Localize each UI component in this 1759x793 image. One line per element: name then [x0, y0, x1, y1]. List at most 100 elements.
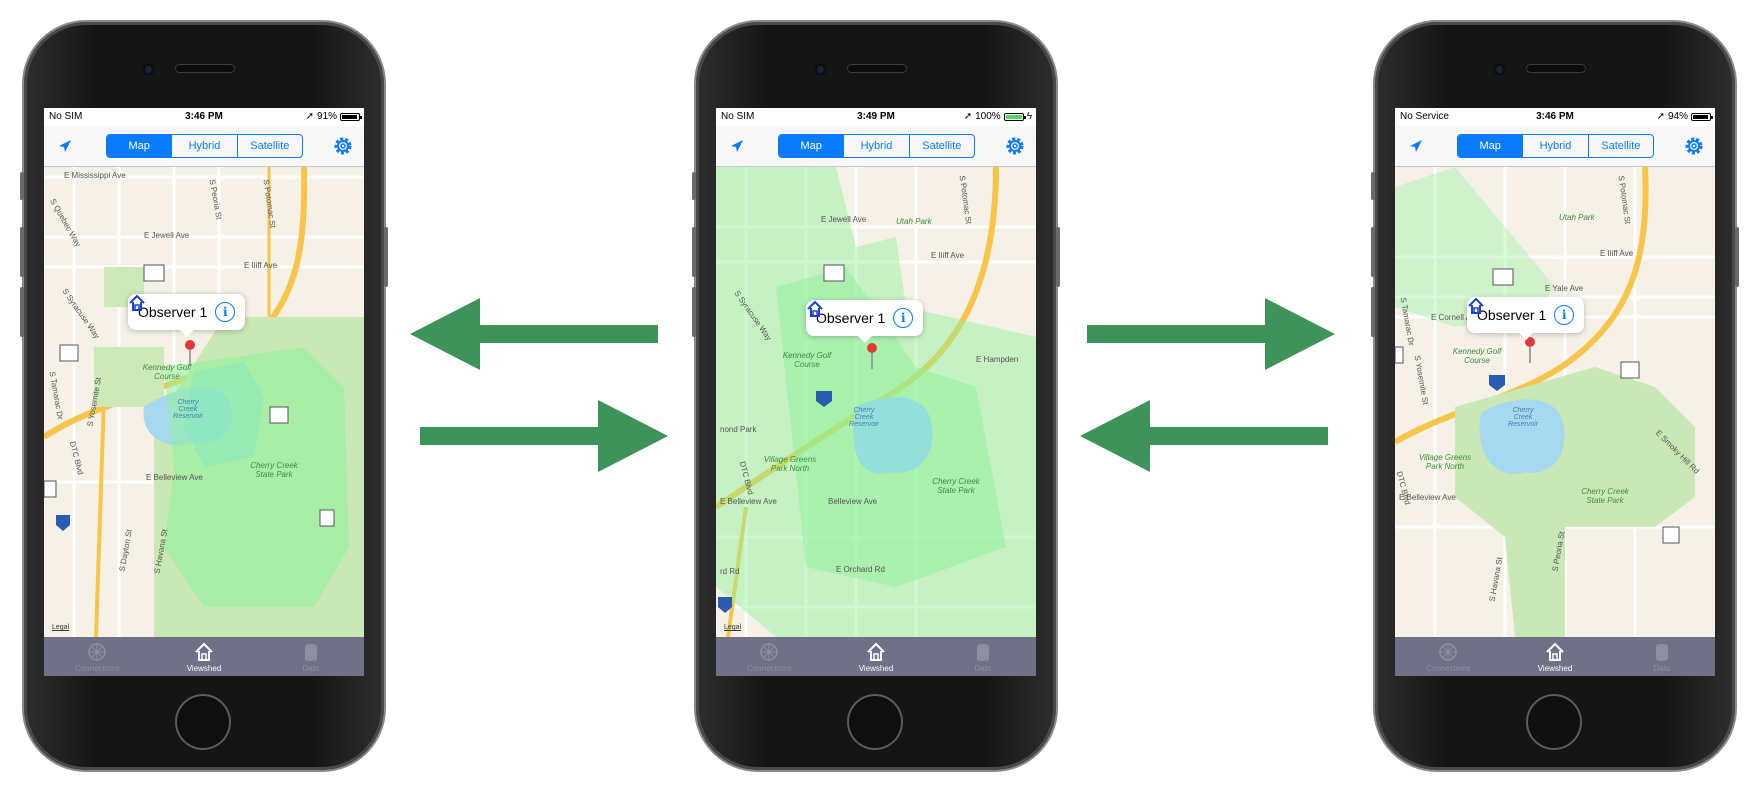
observer-callout[interactable]: Observer 1 i: [806, 300, 924, 343]
battery-percent: 91%: [316, 111, 337, 122]
map-label: E Hampden: [976, 355, 1019, 364]
observer-callout[interactable]: Observer 1 i: [128, 294, 246, 337]
tab-label: Viewshed: [1537, 664, 1573, 673]
location-arrow-button[interactable]: [56, 137, 74, 155]
legal-link[interactable]: Legal: [724, 624, 741, 631]
map-type-segmented-control[interactable]: Map Hybrid Satellite: [1457, 134, 1654, 158]
segment-satellite[interactable]: Satellite: [1587, 135, 1653, 157]
map-label: Village Greens Park North: [763, 455, 817, 473]
info-button[interactable]: i: [215, 302, 236, 322]
map-label: Kennedy Golf Course: [782, 351, 832, 369]
viewshed-icon: [195, 642, 213, 661]
map-label: Cherry Creek Reservoir: [1508, 407, 1538, 428]
map-label: E Iliff Ave: [1600, 249, 1634, 258]
map-label: rd Rd: [720, 567, 740, 576]
location-arrow-button[interactable]: [1407, 137, 1425, 155]
location-arrow-icon: ➚: [1656, 111, 1665, 122]
tab-viewshed[interactable]: Viewshed: [1502, 637, 1609, 676]
battery-icon: [1691, 112, 1713, 121]
segment-map[interactable]: Map: [1458, 135, 1523, 157]
map-type-segmented-control[interactable]: Map Hybrid Satellite: [778, 134, 975, 158]
tab-label: Data: [974, 664, 992, 673]
observer-callout[interactable]: Observer 1 i: [1467, 297, 1585, 340]
observer-pin-icon[interactable]: [1524, 337, 1536, 363]
gear-icon[interactable]: [332, 135, 354, 157]
tab-data[interactable]: Data: [929, 637, 1036, 676]
map-label: E Mississippi Ave: [64, 171, 126, 180]
legal-link[interactable]: Legal: [52, 624, 69, 631]
battery-percent: 100%: [975, 111, 1001, 122]
segment-hybrid[interactable]: Hybrid: [171, 135, 236, 157]
earpiece-speaker: [176, 65, 234, 72]
tab-connections[interactable]: Connections: [44, 637, 151, 676]
map-label: E Jewell Ave: [144, 231, 190, 240]
tab-connections[interactable]: Connections: [1395, 637, 1502, 676]
phone-3: No Service 3:46 PM ➚ 94% Map Hybrid Sate…: [1371, 22, 1739, 770]
viewshed-icon: [1546, 642, 1564, 661]
map-label: Belleview Ave: [828, 497, 878, 506]
map-label: Cherry Creek Reservoir: [173, 399, 203, 420]
nav-bar: Map Hybrid Satellite: [1395, 126, 1715, 167]
gear-icon[interactable]: [1683, 135, 1705, 157]
home-button[interactable]: [1526, 694, 1582, 750]
home-button[interactable]: [175, 694, 231, 750]
nav-bar: Map Hybrid Satellite: [44, 126, 364, 167]
arrow-right-icon: [1087, 298, 1335, 370]
tab-bar: Connections Viewshed Data: [1395, 637, 1715, 676]
callout-title: Observer 1: [1477, 307, 1547, 323]
status-bar: No SIM 3:49 PM ➚ 100% ϟ: [716, 108, 1036, 126]
gear-icon[interactable]: [1004, 135, 1026, 157]
map-label: E Iliff Ave: [931, 251, 965, 260]
tab-label: Data: [302, 664, 320, 673]
callout-title: Observer 1: [816, 310, 886, 326]
map-label: Cherry Creek Reservoir: [849, 407, 879, 428]
segment-satellite[interactable]: Satellite: [908, 135, 974, 157]
map-view[interactable]: E Jewell Ave Utah Park E Iliff Ave S Syr…: [716, 167, 1036, 637]
home-button[interactable]: [847, 694, 903, 750]
tab-viewshed[interactable]: Viewshed: [151, 637, 258, 676]
viewshed-icon: [867, 642, 885, 661]
connections-icon: [760, 643, 779, 661]
map-label: E Orchard Rd: [836, 565, 885, 574]
tab-label: Data: [1653, 664, 1671, 673]
battery-icon: [340, 112, 362, 121]
arrow-right-icon: [420, 400, 668, 472]
segment-map[interactable]: Map: [107, 135, 172, 157]
map-view[interactable]: Utah Park E Iliff Ave E Yale Ave E Corne…: [1395, 167, 1715, 637]
map-label: E Belleview Ave: [146, 473, 203, 482]
arrow-left-icon: [1080, 400, 1328, 472]
tab-data[interactable]: Data: [1608, 637, 1715, 676]
observer-pin-icon[interactable]: [184, 340, 196, 366]
tab-bar: Connections Viewshed Data: [716, 637, 1036, 676]
segment-hybrid[interactable]: Hybrid: [1522, 135, 1587, 157]
info-button[interactable]: i: [893, 308, 914, 328]
screen: No SIM 3:49 PM ➚ 100% ϟ Map Hybrid Satel…: [716, 108, 1036, 676]
data-icon: [976, 644, 989, 661]
tab-connections[interactable]: Connections: [716, 637, 823, 676]
nav-bar: Map Hybrid Satellite: [716, 126, 1036, 167]
info-button[interactable]: i: [1554, 305, 1575, 325]
tab-data[interactable]: Data: [257, 637, 364, 676]
observer-house-icon: [129, 294, 145, 311]
map-label: E Jewell Ave: [821, 215, 867, 224]
map-label: Utah Park: [896, 217, 932, 226]
tab-label: Viewshed: [858, 664, 894, 673]
status-bar: No Service 3:46 PM ➚ 94%: [1395, 108, 1715, 126]
map-label: nond Park: [720, 425, 757, 434]
location-arrow-button[interactable]: [728, 137, 746, 155]
phone-2: No SIM 3:49 PM ➚ 100% ϟ Map Hybrid Satel…: [692, 22, 1060, 770]
observer-pin-icon[interactable]: [866, 343, 878, 369]
data-icon: [1655, 644, 1668, 661]
segment-satellite[interactable]: Satellite: [236, 135, 302, 157]
map-view[interactable]: E Mississippi Ave S Quebec Way E Jewell …: [44, 167, 364, 637]
front-camera: [814, 63, 827, 76]
map-type-segmented-control[interactable]: Map Hybrid Satellite: [106, 134, 303, 158]
battery-icon: [1003, 112, 1026, 121]
observer-house-icon: [1468, 297, 1484, 314]
tab-viewshed[interactable]: Viewshed: [823, 637, 930, 676]
segment-hybrid[interactable]: Hybrid: [843, 135, 908, 157]
segment-map[interactable]: Map: [779, 135, 844, 157]
tab-label: Viewshed: [186, 664, 222, 673]
arrow-left-icon: [410, 298, 658, 370]
data-icon: [304, 644, 317, 661]
